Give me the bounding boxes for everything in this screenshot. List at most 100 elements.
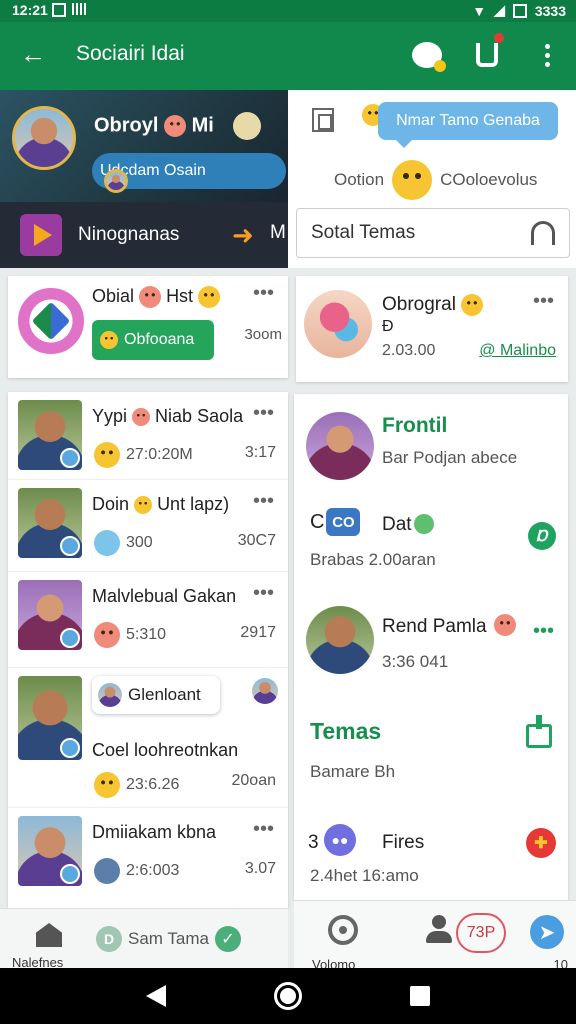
laugh-emoji-icon	[461, 294, 484, 316]
check-icon: ✓	[214, 926, 241, 952]
message-bubble[interactable]: Glenloant	[92, 676, 220, 714]
status-time: 12:21	[12, 2, 48, 18]
share-icon[interactable]	[526, 715, 552, 748]
contact-name: Dmiiakam kbna	[92, 822, 217, 842]
more-horiz-icon[interactable]: •••	[253, 490, 274, 513]
contact-sub: 2.4het 16:amo	[310, 866, 419, 885]
group-chat-icon[interactable]: ●●	[324, 824, 356, 856]
message-time: 3.07	[244, 860, 276, 877]
contact-name[interactable]: Frontil	[382, 414, 447, 438]
group-name-suffix: Hst	[166, 286, 194, 306]
message-time: 20oan	[231, 772, 277, 789]
list-item[interactable]: Glenloant Coel loohreotnkan 23:6.26 20oa…	[8, 668, 288, 808]
badge-button[interactable]: 73P	[456, 913, 506, 953]
contact-title[interactable]: Dat	[382, 514, 412, 536]
contact-photo	[18, 400, 82, 470]
profile-banner[interactable]: Obroyl Mi Udcdam Osain	[0, 90, 288, 202]
back-arrow-icon[interactable]: ←	[20, 40, 46, 68]
search-placeholder: Sotal Temas	[311, 222, 416, 243]
target-icon[interactable]	[328, 915, 358, 945]
arrow-icon: ➜	[232, 220, 254, 250]
home-icon[interactable]	[36, 923, 62, 947]
contact-avatar[interactable]	[306, 606, 374, 674]
join-button[interactable]: Obfooana	[92, 320, 214, 360]
contact-photo	[18, 676, 82, 760]
contact-photo	[18, 488, 82, 558]
tooltip: Nmar Tamo Genaba	[378, 102, 558, 148]
group-side-text: 3oom	[244, 326, 282, 343]
more-horiz-icon[interactable]: •••	[533, 620, 554, 643]
contacts-panel: Frontil Bar Podjan abece C CO Dat Ɒ Brab…	[294, 394, 568, 900]
contact-name-suffix: Niab Saola	[155, 406, 244, 426]
person-icon[interactable]	[424, 915, 454, 945]
nav-home-icon[interactable]	[274, 982, 302, 1010]
headset-icon[interactable]	[531, 221, 555, 245]
send-icon[interactable]: ➤	[530, 915, 564, 949]
message-time: 2917	[240, 624, 276, 641]
more-horiz-icon[interactable]: •••	[253, 818, 274, 841]
red-action-icon[interactable]: ✚	[526, 828, 556, 858]
bubble-text: Glenloant	[128, 685, 201, 704]
co-icon[interactable]: CO	[326, 508, 361, 536]
search-pill[interactable]: D Sam Tama ✓	[96, 923, 256, 955]
play-icon[interactable]	[20, 214, 62, 256]
section-sub: Bamare Bh	[310, 762, 396, 781]
app-bar: ← Sociairi Idai	[0, 22, 576, 90]
more-horiz-icon[interactable]: •••	[253, 282, 274, 305]
cart-button[interactable]	[470, 33, 504, 72]
globe-emoji-icon	[94, 858, 120, 884]
floating-avatar[interactable]	[252, 678, 278, 704]
bottom-nav-right: Volomo 73P ➤ 10	[294, 900, 576, 972]
group-count: 3	[308, 832, 319, 853]
ring-icon: D	[96, 926, 122, 952]
group-link[interactable]: @ Malinbo	[479, 342, 556, 360]
contact-name: Coel loohreotnkan	[92, 740, 239, 760]
green-action-icon[interactable]: Ɒ	[528, 522, 556, 550]
media-bar[interactable]: Ninognanas ➜ M	[0, 202, 288, 268]
signal-icon: ◢	[494, 2, 505, 18]
document-icon[interactable]	[312, 108, 334, 132]
contact-title[interactable]: Rend Pamla	[382, 616, 487, 638]
smile-emoji-icon	[392, 160, 433, 200]
list-item[interactable]: Dmiiakam kbna ••• 2:6:003 3.07	[8, 808, 288, 908]
smile-emoji-icon	[139, 286, 162, 309]
battery-level: 3333	[534, 2, 566, 19]
message-preview: 2:6:003	[126, 862, 180, 879]
profile-name: Obroyl	[94, 114, 159, 137]
status-left-text: Ootion	[334, 170, 385, 189]
section-title: Temas	[310, 718, 382, 744]
group-card[interactable]: Obial Hst ••• Obfooana 3oom	[8, 276, 288, 378]
chat-icon	[412, 42, 446, 72]
more-horiz-icon[interactable]: •••	[533, 290, 554, 313]
contact-avatar[interactable]	[306, 412, 374, 480]
co-prefix: C	[310, 510, 325, 533]
status-pill[interactable]: Udcdam Osain	[92, 153, 286, 193]
mic-emoji-icon	[94, 530, 120, 556]
chat-list: Yypi Niab Saola ••• 27:0:20M 3:17 Doin U…	[8, 392, 288, 908]
group-card-right[interactable]: Obrogral ••• Ð 2.03.00 @ Malinbo	[296, 276, 568, 382]
group-time: 2.03.00	[382, 342, 436, 359]
message-preview: 5:310	[126, 626, 167, 643]
chat-button[interactable]	[410, 38, 446, 72]
smile-emoji-icon	[132, 408, 151, 427]
more-horiz-icon[interactable]: •••	[253, 402, 274, 425]
laugh-emoji-icon	[94, 772, 120, 798]
right-top-panel: Nmar Tamo Genaba Ootion COoloevolus Sota…	[288, 90, 576, 268]
list-item[interactable]: Malvlebual Gakan ••• 5:310 2917	[8, 572, 288, 668]
contact-name-suffix: Unt lapz)	[157, 494, 230, 514]
contact-title[interactable]: Fires	[382, 832, 424, 854]
nav-back-icon[interactable]	[146, 985, 166, 1007]
message-time: 30C7	[237, 532, 276, 549]
search-input[interactable]: Sotal Temas	[296, 208, 570, 258]
group-avatar	[304, 290, 372, 358]
contact-name: Yypi	[92, 406, 128, 426]
overflow-menu-button[interactable]	[530, 38, 564, 72]
nav-recents-icon[interactable]	[410, 986, 430, 1006]
page-title: Sociairi Idai	[76, 42, 185, 65]
list-item[interactable]: Doin Unt lapz) ••• 300 30C7	[8, 480, 288, 572]
profile-avatar[interactable]	[12, 106, 76, 170]
more-horiz-icon[interactable]: •••	[253, 582, 274, 605]
group-name: Obial	[92, 286, 135, 306]
list-item[interactable]: Yypi Niab Saola ••• 27:0:20M 3:17	[8, 392, 288, 480]
contact-name: Malvlebual Gakan	[92, 586, 237, 606]
